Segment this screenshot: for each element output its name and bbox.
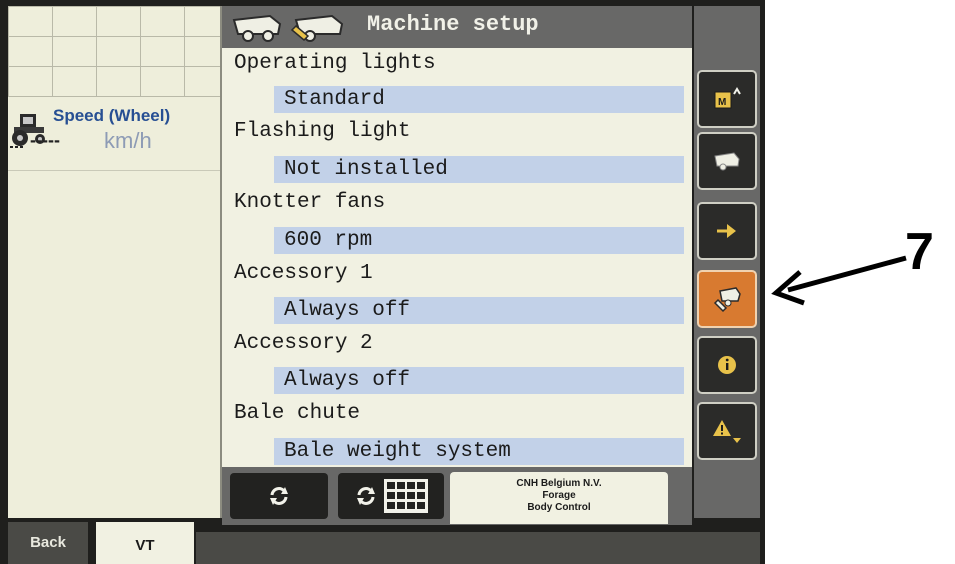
setting-label-knotter-fans: Knotter fans [234,191,386,214]
refresh-icon [270,487,288,505]
softkey-info[interactable] [697,336,757,394]
setting-label-accessory-1: Accessory 1 [234,262,373,285]
setting-label-flashing-light: Flashing light [234,120,411,143]
refresh-all-button[interactable] [338,473,444,519]
tab-bar-fill [196,532,760,564]
grid-icon [384,479,428,513]
tab-vt[interactable]: VT [96,522,194,564]
setting-value-knotter-fans[interactable]: 600 rpm [274,227,684,254]
credit-line-3: Body Control [527,502,591,513]
softkey-memory[interactable]: M [697,70,757,128]
setting-value-accessory-1[interactable]: Always off [274,297,684,324]
softkey-column: M [694,6,760,518]
refresh-button[interactable] [230,473,328,519]
info-icon [718,356,736,374]
panel-bottom-bar: CNH Belgium N.V. Forage Body Control [222,467,692,525]
tab-back[interactable]: Back [8,522,88,564]
page-title: Machine setup [367,12,539,37]
callout-arrow-icon [771,255,907,306]
speed-unit: km/h [104,128,152,153]
refresh-icon [357,487,375,505]
manufacturer-credit: CNH Belgium N.V. Forage Body Control [450,472,668,524]
softkey-baler[interactable] [697,132,757,190]
setting-value-operating-lights[interactable]: Standard [274,86,684,113]
left-pane: Speed (Wheel) ----- km/h [8,6,222,518]
setting-label-bale-chute: Bale chute [234,402,361,425]
setting-value-flashing-light[interactable]: Not installed [274,156,684,183]
machine-setup-panel: Machine setup Operating lights Standard … [222,6,692,525]
empty-grid [8,6,220,97]
speed-title: Speed (Wheel) [53,106,171,125]
credit-line-1: CNH Belgium N.V. [516,478,602,489]
setting-label-accessory-2: Accessory 2 [234,332,373,355]
title-bar: Machine setup [222,6,692,48]
baler-icon [714,152,740,171]
setting-label-operating-lights: Operating lights [234,52,436,75]
credit-line-2: Forage [542,490,576,501]
callout-number: 7 [905,223,934,281]
setting-value-bale-chute[interactable]: Bale weight system [274,438,684,465]
softkey-alarms[interactable] [697,402,757,460]
baler-setup-icon [232,14,344,42]
speed-value: ----- [30,130,60,150]
terminal-screen: Speed (Wheel) ----- km/h Machine setup O… [0,0,765,564]
svg-text:M: M [718,97,726,108]
softkey-machine-setup[interactable] [697,270,757,328]
memory-card-icon: M [714,87,741,109]
speed-widget: Speed (Wheel) ----- km/h [8,98,220,171]
warning-icon [713,420,741,443]
softkey-next[interactable] [697,202,757,260]
arrow-right-icon [717,224,736,238]
wrench-baler-icon [713,287,741,313]
setting-value-accessory-2[interactable]: Always off [274,367,684,394]
